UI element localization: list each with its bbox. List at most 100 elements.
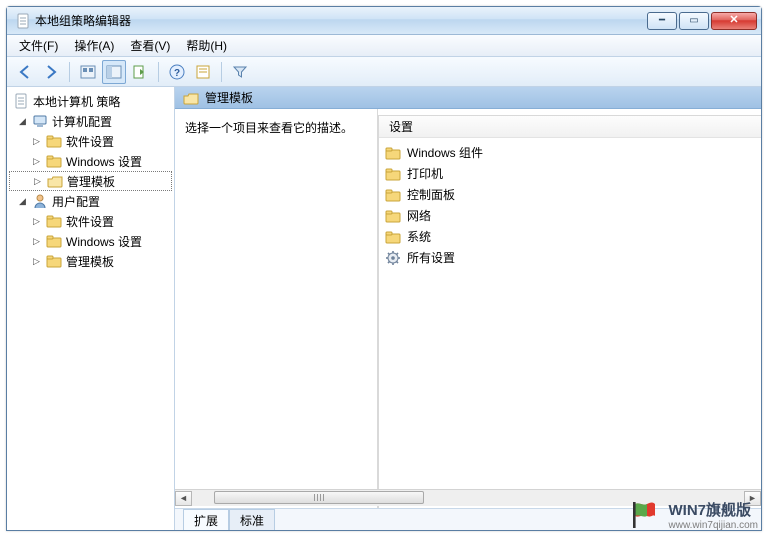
nav-back-button[interactable] (13, 60, 37, 84)
column-header-settings[interactable]: 设置 (379, 116, 761, 138)
folder-icon (385, 229, 401, 245)
folder-icon (385, 187, 401, 203)
list-item-label: 打印机 (407, 165, 443, 182)
scroll-thumb[interactable] (214, 491, 424, 504)
list-item-label: 系统 (407, 228, 431, 245)
folder-icon (385, 208, 401, 224)
tree-label: 软件设置 (66, 213, 114, 230)
folder-icon (46, 133, 62, 149)
tree-admin-templates[interactable]: ▷ 管理模板 (9, 251, 172, 271)
console-icon (80, 64, 96, 80)
tree-label: 本地计算机 策略 (33, 93, 120, 110)
list-item-label: Windows 组件 (407, 144, 483, 161)
tree-software-settings[interactable]: ▷ 软件设置 (9, 211, 172, 231)
expander-icon[interactable]: ▷ (31, 136, 42, 147)
toolbar-sep (69, 62, 70, 82)
content-pane: 管理模板 选择一个项目来查看它的描述。 设置 Windows 组件打印机控制面板… (175, 87, 761, 530)
minimize-button[interactable]: ━ (647, 12, 677, 30)
export-icon (132, 64, 148, 80)
tree-label: 用户配置 (52, 193, 100, 210)
tree-label: 管理模板 (66, 253, 114, 270)
tree-label: 软件设置 (66, 133, 114, 150)
settings-list[interactable]: 设置 Windows 组件打印机控制面板网络系统所有设置 (378, 115, 761, 530)
toolbar-sep (158, 62, 159, 82)
toolbar-sep (221, 62, 222, 82)
tree-label: 管理模板 (67, 173, 115, 190)
console-pane-button[interactable] (102, 60, 126, 84)
list-item-label: 控制面板 (407, 186, 455, 203)
filter-button[interactable] (228, 60, 252, 84)
tree-computer-config[interactable]: ◢ 计算机配置 (9, 111, 172, 131)
tree-windows-settings[interactable]: ▷ Windows 设置 (9, 231, 172, 251)
arrow-left-icon (17, 64, 33, 80)
nav-forward-button[interactable] (39, 60, 63, 84)
description-text: 选择一个项目来查看它的描述。 (185, 121, 353, 135)
watermark-url: www.win7qijian.com (669, 520, 758, 531)
tree-windows-settings[interactable]: ▷ Windows 设置 (9, 151, 172, 171)
folder-icon (46, 253, 62, 269)
close-button[interactable]: ✕ (711, 12, 757, 30)
list-item[interactable]: 打印机 (385, 163, 755, 184)
properties-button[interactable] (191, 60, 215, 84)
expander-icon[interactable]: ▷ (31, 256, 42, 267)
client-area: 本地计算机 策略 ◢ 计算机配置 ▷ 软件设置 ▷ Windows 设置 ▷ 管… (7, 87, 761, 530)
column-header-label: 设置 (389, 118, 413, 135)
list-item[interactable]: 控制面板 (385, 184, 755, 205)
properties-icon (195, 64, 211, 80)
user-icon (32, 193, 48, 209)
doc-icon (13, 93, 29, 109)
help-icon (169, 64, 185, 80)
tab-standard[interactable]: 标准 (229, 509, 275, 530)
window-title: 本地组策略编辑器 (35, 12, 131, 29)
tree-admin-templates[interactable]: ▷ 管理模板 (9, 171, 172, 191)
menu-action[interactable]: 操作(A) (66, 35, 122, 56)
expander-icon[interactable]: ▷ (31, 236, 42, 247)
folder-icon (385, 145, 401, 161)
list-item[interactable]: Windows 组件 (385, 142, 755, 163)
expander-icon[interactable]: ▷ (31, 156, 42, 167)
folder-icon (46, 153, 62, 169)
folder-icon (46, 233, 62, 249)
maximize-icon: ▭ (689, 16, 698, 26)
maximize-button[interactable]: ▭ (679, 12, 709, 30)
export-button[interactable] (128, 60, 152, 84)
list-item[interactable]: 所有设置 (385, 247, 755, 268)
console-tree-button[interactable] (76, 60, 100, 84)
app-icon (15, 13, 31, 29)
expander-icon[interactable]: ◢ (17, 196, 28, 207)
filter-icon (232, 64, 248, 80)
minimize-icon: ━ (659, 16, 665, 26)
expander-icon[interactable]: ▷ (32, 176, 43, 187)
tree-software-settings[interactable]: ▷ 软件设置 (9, 131, 172, 151)
menubar: 文件(F) 操作(A) 查看(V) 帮助(H) (7, 35, 761, 57)
folder-open-icon (183, 90, 199, 106)
expander-icon[interactable]: ▷ (31, 216, 42, 227)
list-item-label: 所有设置 (407, 249, 455, 266)
windows-flag-icon (629, 500, 663, 530)
grip-icon (314, 494, 324, 501)
folder-icon (46, 213, 62, 229)
tree-label: Windows 设置 (66, 153, 142, 170)
gear-icon (385, 250, 401, 266)
tree-label: Windows 设置 (66, 233, 142, 250)
titlebar[interactable]: 本地组策略编辑器 ━ ▭ ✕ (7, 7, 761, 35)
list-item[interactable]: 系统 (385, 226, 755, 247)
expander-icon[interactable]: ◢ (17, 116, 28, 127)
tree-root[interactable]: 本地计算机 策略 (9, 91, 172, 111)
menu-help[interactable]: 帮助(H) (178, 35, 235, 56)
tab-extended[interactable]: 扩展 (183, 509, 229, 530)
watermark-title: WIN7旗舰版 (669, 499, 752, 520)
help-button[interactable] (165, 60, 189, 84)
computer-icon (32, 113, 48, 129)
tree-label: 计算机配置 (52, 113, 112, 130)
list-item[interactable]: 网络 (385, 205, 755, 226)
toolbar (7, 57, 761, 87)
scroll-left-button[interactable]: ◄ (175, 491, 192, 506)
list-item-label: 网络 (407, 207, 431, 224)
console2-icon (106, 64, 122, 80)
menu-file[interactable]: 文件(F) (11, 35, 66, 56)
tree-user-config[interactable]: ◢ 用户配置 (9, 191, 172, 211)
tree-pane[interactable]: 本地计算机 策略 ◢ 计算机配置 ▷ 软件设置 ▷ Windows 设置 ▷ 管… (7, 87, 175, 530)
description-column: 选择一个项目来查看它的描述。 (175, 109, 377, 530)
menu-view[interactable]: 查看(V) (122, 35, 178, 56)
